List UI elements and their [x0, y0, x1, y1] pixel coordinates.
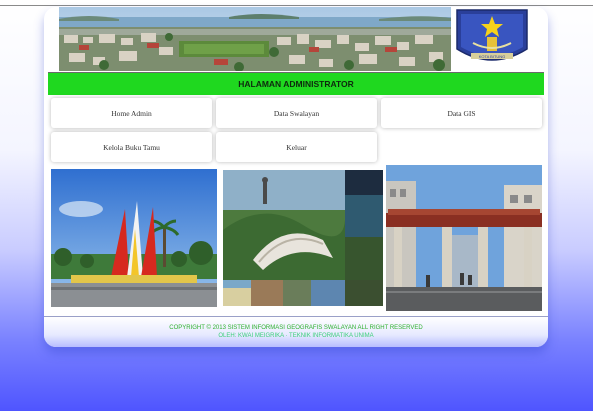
logo-caption: KOTA BITUNG — [479, 54, 506, 59]
nav-label-data-gis: Data GIS — [447, 108, 476, 118]
nav-button-keluar[interactable]: Keluar — [216, 132, 377, 162]
nav-button-home-admin[interactable]: Home Admin — [51, 98, 212, 128]
nav-button-kelola-buku-tamu[interactable]: Kelola Buku Tamu — [51, 132, 212, 162]
nav-label-data-swalayan: Data Swalayan — [273, 108, 320, 118]
city-emblem-logo: KOTA BITUNG — [451, 7, 533, 71]
tourism-collage-photo — [223, 170, 383, 306]
nav-button-data-gis[interactable]: Data GIS — [381, 98, 542, 128]
main-panel: KOTA BITUNG HALAMAN ADMINISTRATOR Home A… — [44, 7, 548, 347]
header-banner-image — [59, 7, 451, 71]
credit-text: OLEH: KWAI MEIGRIKA · TEKNIK INFORMATIKA… — [218, 333, 374, 339]
top-divider — [0, 5, 593, 6]
page-title: HALAMAN ADMINISTRATOR — [238, 79, 354, 89]
page-title-bar: HALAMAN ADMINISTRATOR — [48, 73, 544, 95]
nav-button-data-swalayan[interactable]: Data Swalayan — [216, 98, 377, 128]
footer: COPYRIGHT © 2013 SISTEM INFORMASI GEOGRA… — [44, 317, 548, 347]
city-gate-photo — [386, 165, 542, 311]
monument-photo — [51, 169, 217, 307]
nav-label-home-admin: Home Admin — [111, 108, 152, 118]
nav-label-kelola-buku-tamu: Kelola Buku Tamu — [103, 142, 160, 152]
nav-label-keluar: Keluar — [286, 142, 307, 152]
copyright-text: COPYRIGHT © 2013 SISTEM INFORMASI GEOGRA… — [169, 325, 423, 331]
